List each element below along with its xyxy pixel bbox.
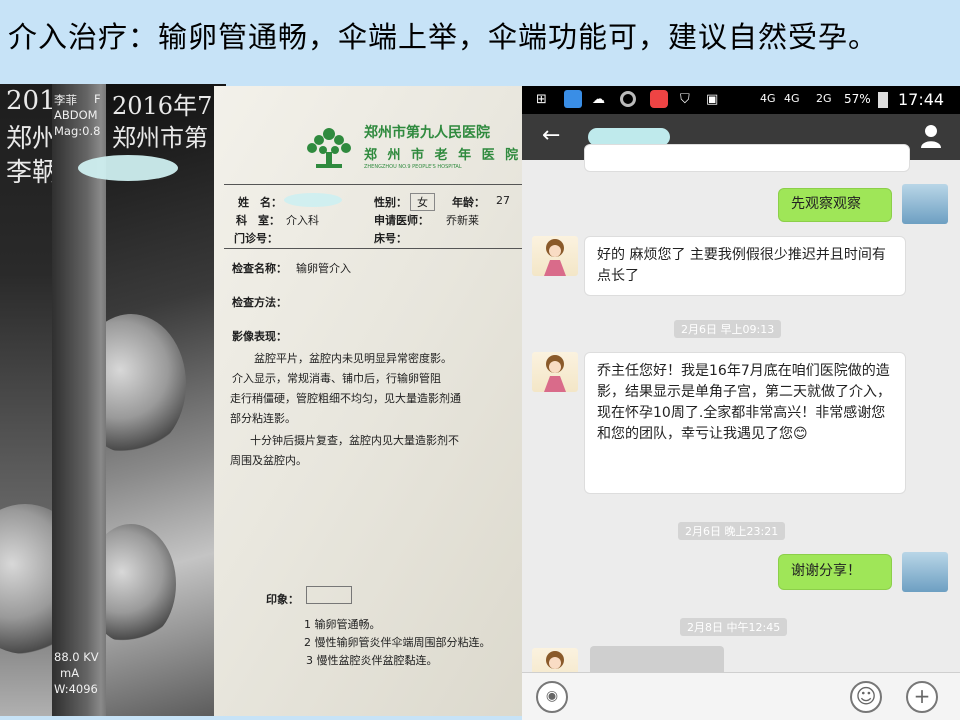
contact-profile-icon[interactable]	[920, 124, 942, 148]
exam-method-label: 检查方法：	[232, 296, 287, 309]
age-value: 27	[496, 194, 510, 207]
gender-label: 性别：	[374, 196, 407, 209]
dept-value: 介入科	[286, 214, 319, 227]
finding-line: 周围及盆腔内。	[230, 454, 307, 467]
xray1-hospital-text: 郑州	[6, 124, 59, 154]
doctor-reply-bubble: 谢谢分享！	[778, 554, 892, 590]
emoji-icon[interactable]: ☺	[850, 681, 882, 713]
finding-line: 部分粘连影。	[230, 412, 296, 425]
impression-label: 印象：	[266, 593, 299, 606]
doctor-value: 乔新莱	[446, 214, 479, 227]
battery-percent: 57%	[844, 92, 871, 106]
doctor-message-bubble: 先观察观察	[778, 188, 892, 222]
patient-avatar[interactable]	[532, 236, 578, 276]
wifi-hotspot-icon	[564, 90, 582, 108]
circle-icon	[620, 91, 636, 107]
hospital-name-secondary: 郑 州 市 老 年 医 院	[364, 148, 522, 163]
previous-message-bubble	[584, 144, 910, 172]
hospital-logo-icon	[307, 128, 351, 168]
shield-icon: ⛉	[680, 92, 690, 107]
map-pin-icon	[650, 90, 668, 108]
xray3-hospital-text: 郑州市第	[112, 124, 208, 152]
finding-line: 十分钟后摄片复查，盆腔内见大量造影剂不	[250, 434, 459, 447]
finding-line: 走行稍僵硬，管腔粗细不均匀，见大量造影剂通	[230, 392, 461, 405]
timestamp-label: 2月6日 晚上23:21	[678, 522, 786, 540]
hospital-name-english: ZHENGZHOU NO.9 PEOPLE'S HOSPITAL	[364, 164, 462, 170]
impression-line: 3 慢性盆腔炎伴盆腔黏连。	[306, 654, 438, 667]
girl-avatar-icon	[544, 355, 566, 392]
findings-label: 影像表现：	[232, 330, 287, 343]
pelvic-bone-shape	[106, 524, 176, 644]
xray1-name-text: 李鞆	[6, 158, 59, 188]
gender-value: 女	[410, 193, 435, 211]
chat-input-bar: ◉ ☺ +	[522, 672, 960, 720]
network-4g-a: 4G	[760, 92, 776, 105]
hospital-name: 郑州市第九人民医院	[364, 125, 490, 141]
xray2-gender: F	[94, 92, 101, 106]
impression-line: 1 输卵管通畅。	[304, 618, 381, 631]
bed-label: 床号：	[374, 232, 407, 245]
xray1-date-text: 201	[6, 86, 56, 116]
exam-name-value: 输卵管介入	[296, 262, 351, 275]
impression-line: 2 慢性输卵管炎伴伞端周围部分粘连。	[304, 636, 491, 649]
clock-time: 17:44	[898, 90, 945, 109]
back-arrow-icon[interactable]: ←	[542, 122, 560, 150]
add-icon: ⊞	[536, 92, 547, 107]
slide-title: 介入治疗：输卵管通畅，伞端上举，伞端功能可，建议自然受孕。	[8, 20, 879, 54]
dept-label: 科 室：	[236, 214, 280, 227]
name-redaction-blur	[78, 155, 178, 181]
finding-line: 介入显示，常规消毒、铺巾后，行输卵管阻	[232, 372, 441, 385]
patient-thank-you-message: 乔主任您好！我是16年7月底在咱们医院做的造影，结果显示是单角子宫，第二天就做了…	[584, 352, 906, 494]
xray2-kv: 88.0 KV	[54, 650, 99, 664]
doctor-avatar[interactable]	[902, 552, 948, 592]
voice-input-icon[interactable]: ◉	[536, 681, 568, 713]
age-label: 年龄：	[452, 196, 485, 209]
network-4g-b: 4G	[784, 92, 800, 105]
xray2-magnification: Mag:0.8	[54, 124, 101, 138]
doctor-label: 申请医师：	[374, 214, 429, 227]
xray2-window: W:4096	[54, 682, 98, 696]
patient-avatar[interactable]	[532, 352, 578, 392]
doctor-avatar[interactable]	[902, 184, 948, 224]
clinic-number-label: 门诊号：	[234, 232, 278, 245]
xray2-body-part: ABDOM	[54, 108, 98, 122]
hip-bone-shape	[0, 504, 60, 654]
network-2g: 2G	[816, 92, 832, 105]
wechat-chat-screenshot: ⊞ ☁ ⛉ ▣ 4G 4G 2G 57% 17:44 ← 先观察观察 好的 麻烦…	[522, 86, 960, 720]
slide: 介入治疗：输卵管通畅，伞端上举，伞端功能可，建议自然受孕。 201 郑州 李鞆 …	[0, 0, 960, 720]
timestamp-label: 2月8日 中午12:45	[680, 618, 788, 636]
exam-name-label: 检查名称：	[232, 262, 287, 275]
finding-line: 盆腔平片，盆腔内未见明显异常密度影。	[254, 352, 452, 365]
xray2-patient-name: 李菲	[54, 93, 77, 107]
status-bar: ⊞ ☁ ⛉ ▣ 4G 4G 2G 57% 17:44	[522, 86, 960, 114]
image-icon: ▣	[706, 92, 719, 107]
report-divider	[224, 184, 524, 185]
patient-name-redaction	[284, 193, 342, 207]
medical-report-photo: 郑州市第九人民医院 郑 州 市 老 年 医 院 ZHENGZHOU NO.9 P…	[214, 86, 526, 716]
battery-icon	[878, 92, 888, 108]
xray3-date-text: 2016年7	[112, 92, 213, 120]
timestamp-label: 2月6日 早上09:13	[674, 320, 782, 338]
impression-box	[306, 586, 352, 604]
cloud-icon: ☁	[592, 92, 605, 107]
girl-avatar-icon	[544, 239, 566, 276]
xray2-ma: mA	[60, 666, 80, 680]
xray-image-1: 201 郑州 李鞆	[0, 84, 60, 716]
patient-message-bubble: 好的 麻烦您了 主要我例假很少推迟并且时间有点长了	[584, 236, 906, 296]
femur-head-shape	[106, 314, 186, 454]
add-attachment-icon[interactable]: +	[906, 681, 938, 713]
name-label: 姓 名：	[238, 196, 282, 209]
report-divider-2	[224, 248, 524, 249]
